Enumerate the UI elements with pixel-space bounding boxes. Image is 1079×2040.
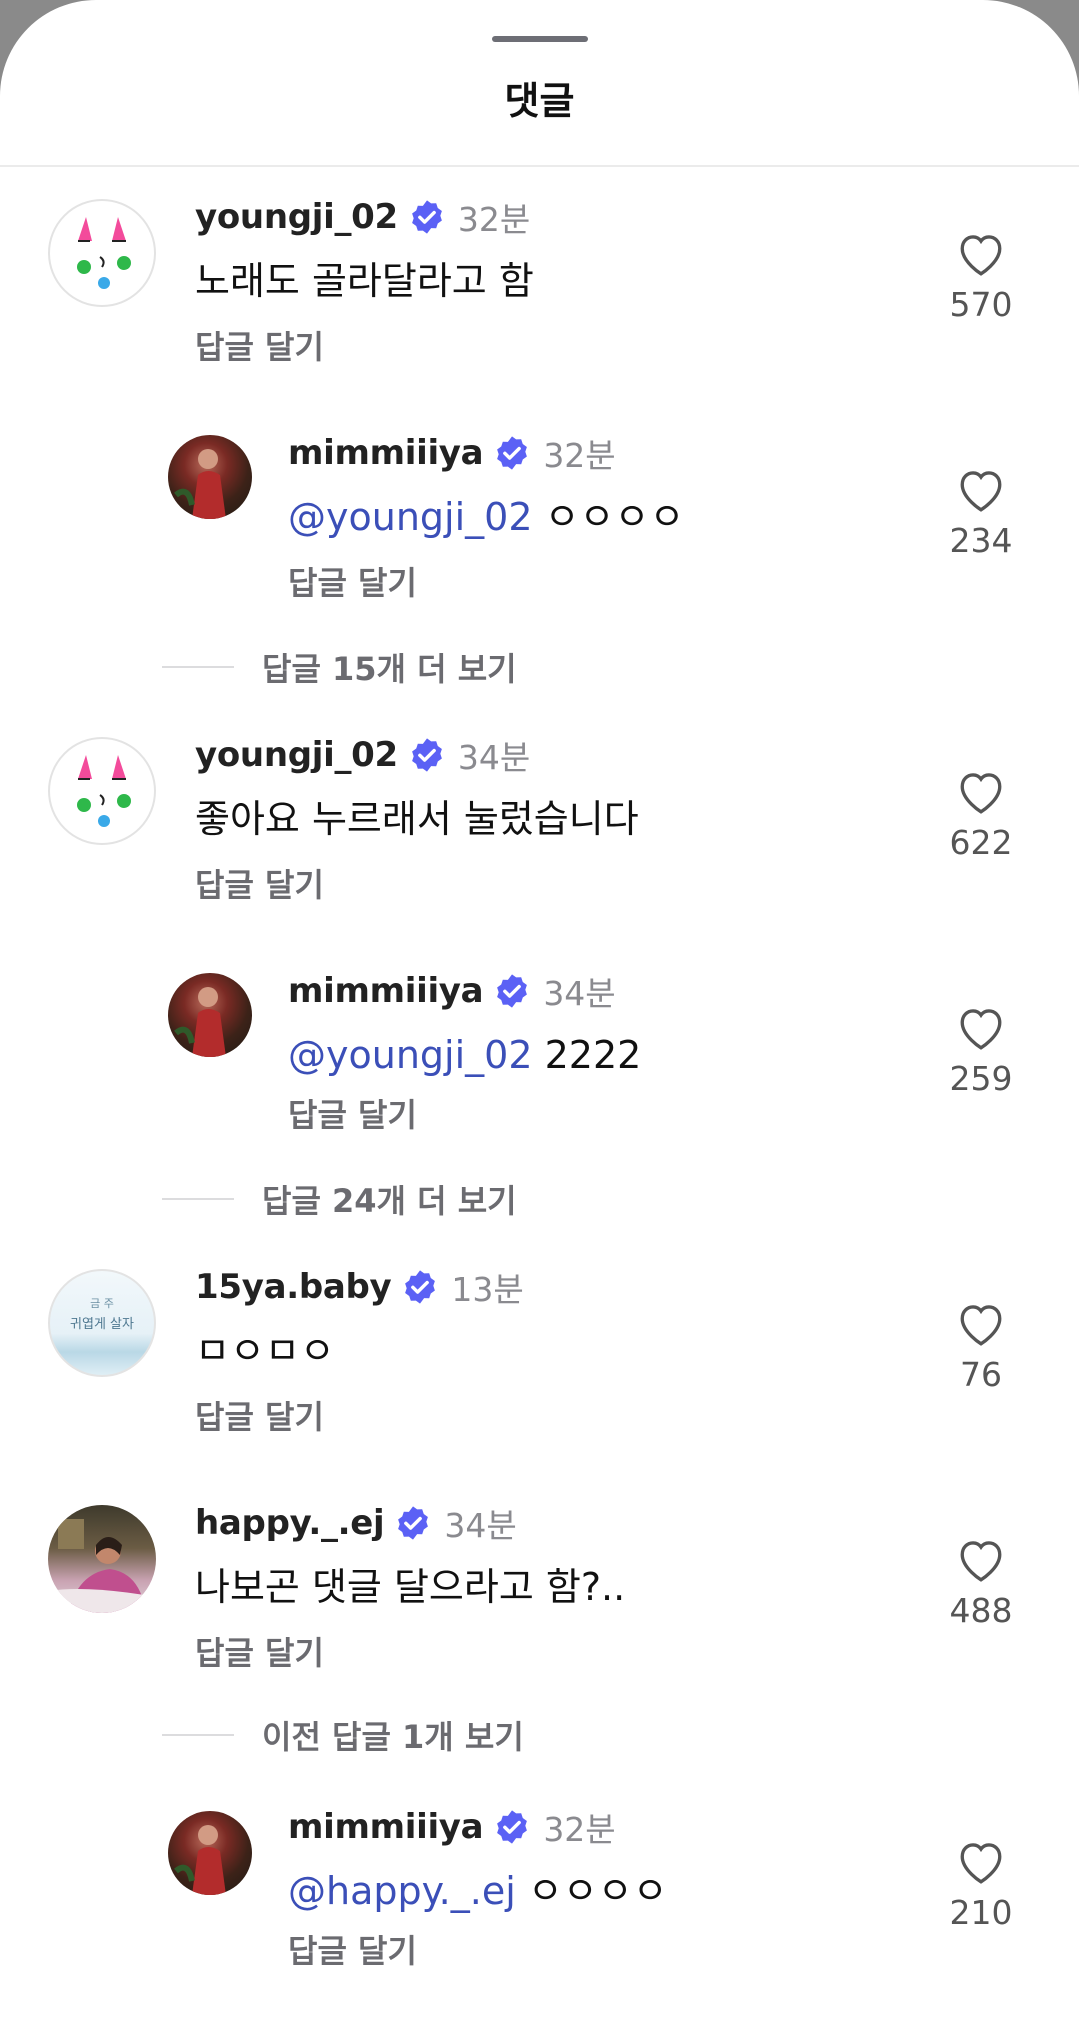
like-button[interactable]: 210 xyxy=(933,1839,1029,1931)
username[interactable]: 15ya.baby xyxy=(195,1267,392,1307)
like-button[interactable]: 488 xyxy=(933,1537,1029,1629)
divider-line xyxy=(162,1198,234,1200)
timestamp: 34분 xyxy=(543,974,616,1013)
timestamp: 32분 xyxy=(543,1810,616,1849)
divider-line xyxy=(162,1734,234,1736)
comment-body: 2222 xyxy=(544,1033,642,1077)
comments-sheet: 댓글 youngji_02 32분 노래도 골라달라고 함 답글 달기 570 xyxy=(0,0,1079,2040)
verified-badge-icon xyxy=(412,200,442,234)
heart-icon xyxy=(960,1843,1002,1884)
comment-text: ㅁㅇㅁㅇ xyxy=(195,1329,335,1373)
verified-badge-icon xyxy=(497,974,528,1008)
like-button[interactable]: 234 xyxy=(933,467,1029,559)
view-more-replies[interactable]: 답글 15개 더 보기 xyxy=(162,647,517,688)
like-button[interactable]: 622 xyxy=(933,769,1029,861)
verified-badge-icon xyxy=(412,738,442,772)
username[interactable]: mimmiiiya xyxy=(288,971,484,1011)
like-count: 622 xyxy=(949,823,1013,862)
reply-button[interactable]: 답글 달기 xyxy=(288,563,417,603)
timestamp: 32분 xyxy=(543,436,616,475)
comment-item: 금 주 귀엽게 살자 15ya.baby 13분 ㅁㅇㅁㅇ 답글 달기 76 xyxy=(0,1235,1079,1465)
verified-badge-icon xyxy=(398,1506,429,1540)
mention-link[interactable]: @youngji_02 xyxy=(288,495,533,539)
avatar[interactable]: 금 주 귀엽게 살자 xyxy=(48,1269,156,1377)
comment-item: youngji_02 34분 좋아요 누르래서 눌렀습니다 답글 달기 622 xyxy=(0,703,1079,933)
heart-icon xyxy=(960,471,1002,512)
avatar[interactable] xyxy=(168,1811,252,1895)
username[interactable]: happy._.ej xyxy=(195,1503,385,1543)
reply-button[interactable]: 답글 달기 xyxy=(195,865,324,905)
avatar[interactable] xyxy=(168,973,252,1057)
avatar-caption: 귀엽게 살자 xyxy=(70,1317,134,1332)
username[interactable]: youngji_02 xyxy=(195,197,398,237)
reply-button[interactable]: 답글 달기 xyxy=(288,1095,417,1135)
mention-link[interactable]: @happy._.ej xyxy=(288,1869,516,1913)
comment-text: @youngji_02 2222 xyxy=(288,1031,641,1079)
comment-text: 좋아요 누르래서 눌렀습니다 xyxy=(195,797,639,841)
avatar[interactable] xyxy=(48,1505,156,1613)
like-count: 488 xyxy=(949,1591,1013,1630)
comment-item: happy._.ej 34분 나보곤 댓글 달으라고 함?.. 답글 달기 48… xyxy=(0,1471,1079,1701)
reply-button[interactable]: 답글 달기 xyxy=(195,1633,324,1673)
heart-icon xyxy=(960,1541,1002,1582)
view-more-replies[interactable]: 답글 24개 더 보기 xyxy=(162,1179,517,1220)
comment-text: 나보곤 댓글 달으라고 함?.. xyxy=(195,1565,626,1609)
drag-handle[interactable] xyxy=(492,36,588,42)
like-button[interactable]: 76 xyxy=(933,1301,1029,1393)
comment-text: @happy._.ej ㅇㅇㅇㅇ xyxy=(288,1867,668,1915)
like-button[interactable]: 259 xyxy=(933,1005,1029,1097)
like-count: 210 xyxy=(949,1893,1013,1932)
like-count: 234 xyxy=(949,521,1013,560)
comment-body: ㅇㅇㅇㅇ xyxy=(527,1869,668,1913)
heart-icon xyxy=(960,1009,1002,1050)
person-photo-icon xyxy=(174,1825,226,1895)
heart-icon xyxy=(960,1305,1002,1346)
reply-item: mimmiiiya 32분 @youngji_02 ㅇㅇㅇㅇ 답글 달기 234 xyxy=(0,405,1079,625)
reply-item: mimmiiiya 34분 @youngji_02 2222 답글 달기 259 xyxy=(0,943,1079,1163)
timestamp: 32분 xyxy=(457,200,531,239)
doodle-face-icon xyxy=(77,755,131,827)
comment-body: ㅇㅇㅇㅇ xyxy=(544,495,685,539)
reply-button[interactable]: 답글 달기 xyxy=(288,1931,417,1971)
comment-text: @youngji_02 ㅇㅇㅇㅇ xyxy=(288,493,684,541)
username[interactable]: youngji_02 xyxy=(195,735,398,775)
reply-button[interactable]: 답글 달기 xyxy=(195,327,324,367)
divider-line xyxy=(162,666,234,668)
view-more-label: 답글 15개 더 보기 xyxy=(262,650,517,688)
avatar[interactable] xyxy=(48,199,156,307)
avatar[interactable] xyxy=(48,737,156,845)
view-more-label: 답글 24개 더 보기 xyxy=(262,1182,517,1220)
reply-button[interactable]: 답글 달기 xyxy=(195,1397,324,1437)
person-photo-icon xyxy=(174,449,226,519)
timestamp: 34분 xyxy=(444,1506,517,1545)
avatar[interactable] xyxy=(168,435,252,519)
person-photo-icon xyxy=(174,987,226,1057)
like-count: 76 xyxy=(960,1355,1002,1394)
person-photo-icon xyxy=(48,1519,156,1613)
view-more-label: 이전 답글 1개 보기 xyxy=(262,1718,524,1756)
like-count: 259 xyxy=(949,1059,1013,1098)
like-count: 570 xyxy=(949,285,1013,324)
username[interactable]: mimmiiiya xyxy=(288,1807,484,1847)
comment-item: youngji_02 32분 노래도 골라달라고 함 답글 달기 570 xyxy=(0,165,1079,395)
verified-badge-icon xyxy=(497,1810,528,1844)
heart-icon xyxy=(960,235,1002,276)
timestamp: 34분 xyxy=(457,738,531,777)
verified-badge-icon xyxy=(405,1270,436,1304)
comment-text: 노래도 골라달라고 함 xyxy=(195,259,534,303)
view-more-replies[interactable]: 이전 답글 1개 보기 xyxy=(162,1715,524,1756)
heart-icon xyxy=(960,773,1002,814)
doodle-face-icon xyxy=(77,217,131,289)
avatar-caption-top: 금 주 xyxy=(90,1297,114,1310)
sheet-title: 댓글 xyxy=(504,79,575,123)
like-button[interactable]: 570 xyxy=(933,231,1029,323)
verified-badge-icon xyxy=(497,436,528,470)
reply-item: mimmiiiya 32분 @happy._.ej ㅇㅇㅇㅇ 답글 달기 210 xyxy=(0,1781,1079,1988)
mention-link[interactable]: @youngji_02 xyxy=(288,1033,533,1077)
timestamp: 13분 xyxy=(451,1270,524,1309)
username[interactable]: mimmiiiya xyxy=(288,433,484,473)
